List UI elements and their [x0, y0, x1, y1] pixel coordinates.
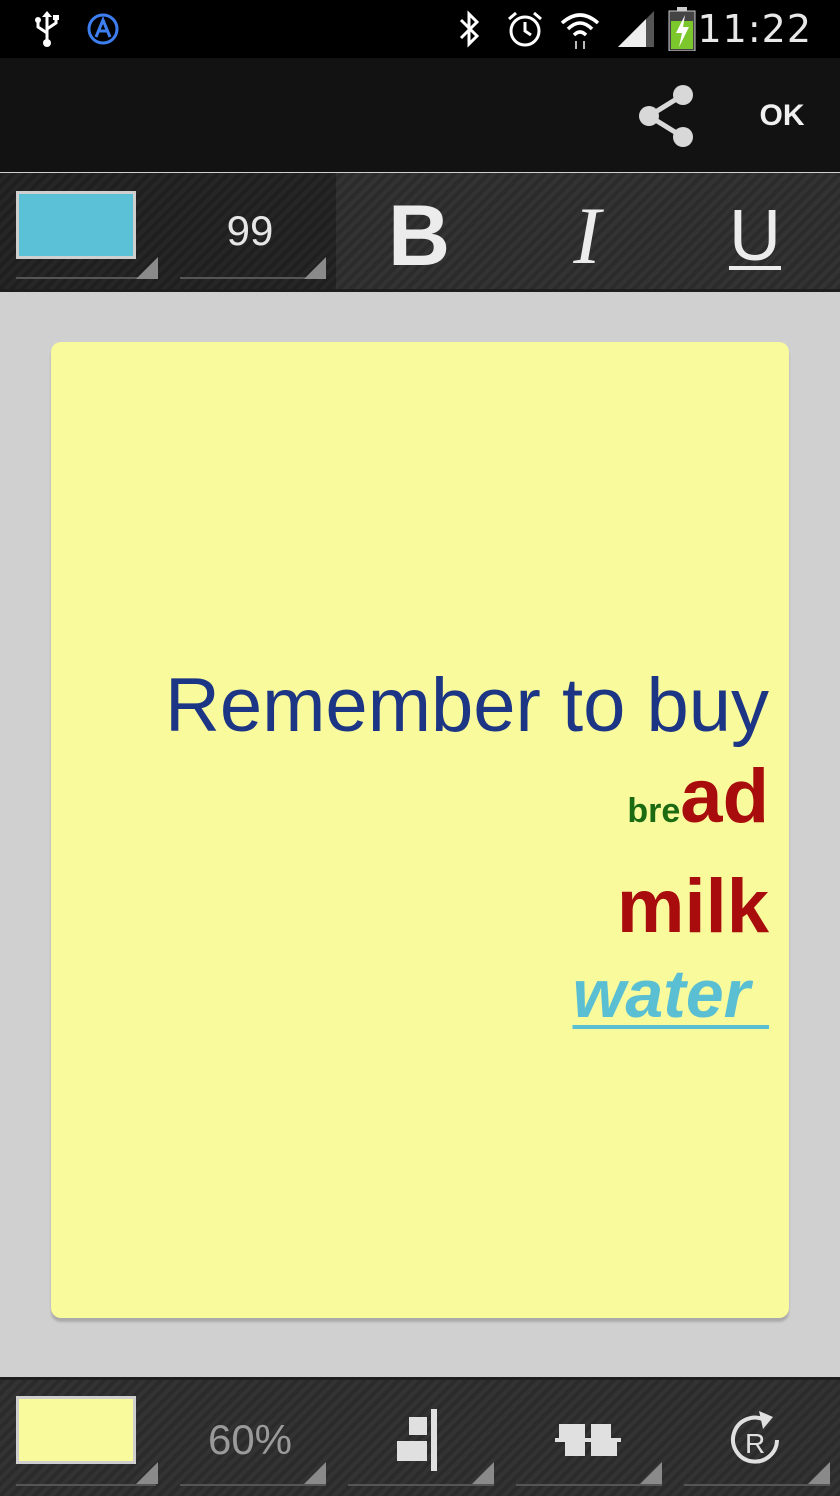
bold-button[interactable]: B — [364, 188, 474, 284]
status-time: 11:22 — [697, 7, 812, 51]
note-text-ad: ad — [680, 754, 769, 839]
text-format-toolbar: 99 B I U — [0, 173, 840, 292]
note-line-milk: milk — [616, 864, 769, 949]
rotate-icon: R — [731, 1411, 779, 1464]
signal-icon — [614, 0, 658, 58]
sticky-note[interactable]: Remember to buy bread milk water — [51, 342, 789, 1318]
usb-icon — [30, 0, 64, 58]
note-line-remember: Remember to buy — [164, 663, 769, 748]
status-bar: 11:22 — [0, 0, 840, 58]
note-text-bre: bre — [627, 792, 681, 830]
dropdown-corner-icon — [472, 1462, 494, 1484]
autosync-icon — [84, 0, 122, 58]
note-line-water: water — [572, 956, 769, 1032]
dropdown-corner-icon — [640, 1462, 662, 1484]
note-options-toolbar: 60% R — [0, 1377, 840, 1496]
selector-underline — [180, 1484, 326, 1486]
share-icon — [639, 85, 693, 147]
note-color-picker[interactable] — [16, 1396, 136, 1464]
align-right-icon — [397, 1409, 437, 1471]
dropdown-corner-icon — [136, 1462, 158, 1484]
font-size-selector[interactable]: 99 — [180, 201, 320, 261]
wifi-icon — [556, 0, 604, 58]
bluetooth-icon — [452, 0, 488, 58]
alarm-icon — [502, 0, 548, 58]
text-color-picker[interactable] — [16, 191, 136, 259]
rotate-button[interactable]: R — [706, 1400, 806, 1480]
picker-underline — [16, 277, 156, 279]
align-center-button[interactable] — [538, 1400, 638, 1480]
dropdown-corner-icon — [304, 257, 326, 279]
note-line-bread: bread — [165, 752, 769, 862]
align-center-icon — [555, 1424, 621, 1456]
align-right-button[interactable] — [370, 1400, 470, 1480]
selector-underline — [348, 1484, 494, 1486]
battery-charging-icon — [664, 0, 700, 58]
svg-text:R: R — [745, 1428, 765, 1459]
note-text-area[interactable]: Remember to buy bread milk water — [165, 660, 769, 1036]
selector-underline — [684, 1484, 830, 1486]
ok-button[interactable]: OK — [742, 88, 822, 144]
opacity-selector[interactable]: 60% — [180, 1410, 320, 1470]
dropdown-corner-icon — [136, 257, 158, 279]
dropdown-corner-icon — [808, 1462, 830, 1484]
share-button[interactable] — [626, 76, 706, 156]
underline-button[interactable]: U — [700, 191, 810, 281]
italic-button[interactable]: I — [532, 190, 642, 281]
picker-underline — [16, 1484, 156, 1486]
selector-underline — [516, 1484, 662, 1486]
dropdown-corner-icon — [304, 1462, 326, 1484]
action-bar: OK — [0, 58, 840, 172]
